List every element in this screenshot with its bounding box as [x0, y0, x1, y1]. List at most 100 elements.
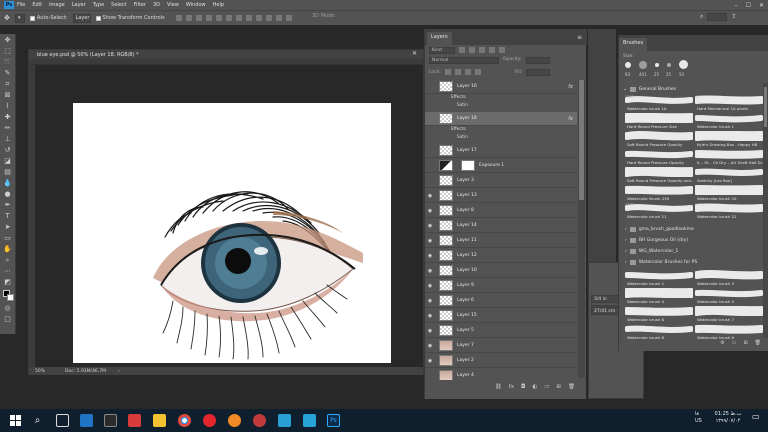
- lock-all-icon[interactable]: [474, 69, 481, 75]
- opacity-field[interactable]: [525, 57, 550, 64]
- filter-adjust-icon[interactable]: [469, 47, 475, 53]
- move-tool-icon[interactable]: ✥: [3, 36, 12, 45]
- menu-select[interactable]: Select: [111, 2, 126, 8]
- brushes-scrollbar-thumb[interactable]: [764, 87, 767, 127]
- layer-name[interactable]: Layer 18: [457, 116, 568, 121]
- layer-thumbnail[interactable]: [439, 205, 453, 216]
- brush-settings-icon[interactable]: ⚙: [720, 340, 724, 346]
- layer-row[interactable]: Layer 18 fx: [425, 112, 577, 126]
- layer-name[interactable]: Exposure 1: [479, 163, 577, 168]
- layer-name[interactable]: Layer 15: [457, 313, 577, 318]
- filter-kind-dropdown[interactable]: Kind: [429, 46, 455, 54]
- layer-row[interactable]: ◉ Layer 15: [425, 309, 577, 323]
- lock-pixels-icon[interactable]: [444, 69, 451, 75]
- photoshop-taskbar-icon[interactable]: Ps: [327, 414, 340, 427]
- new-layer-icon[interactable]: ⊞: [556, 384, 561, 390]
- filter-pixel-icon[interactable]: [459, 47, 465, 53]
- fill-field[interactable]: [526, 68, 551, 76]
- effect-satin-row[interactable]: Satin: [457, 103, 468, 110]
- visibility-eye-icon[interactable]: ◉: [425, 208, 435, 214]
- auto-select-checkbox[interactable]: Auto-Select:: [29, 15, 68, 21]
- screen-mode-icon[interactable]: ▢: [3, 315, 12, 324]
- layer-row[interactable]: Layer 17: [425, 144, 577, 158]
- layer-row[interactable]: Exposure 1: [425, 159, 577, 173]
- menu-view[interactable]: View: [167, 2, 179, 8]
- layer-row[interactable]: ◉ Layer 13: [425, 189, 577, 203]
- new-group-icon[interactable]: ▭: [544, 384, 549, 390]
- layer-thumbnail[interactable]: [439, 265, 453, 276]
- lasso-tool-icon[interactable]: ➰: [3, 58, 12, 67]
- preset-dot-3[interactable]: [655, 63, 659, 67]
- link-layers-icon[interactable]: ⛓: [495, 384, 502, 390]
- lock-image-icon[interactable]: [454, 69, 461, 75]
- blend-mode-dropdown[interactable]: Normal: [429, 57, 499, 64]
- layer-name[interactable]: Layer 2: [457, 358, 577, 363]
- tab-brushes[interactable]: Brushes: [619, 38, 648, 51]
- close-document-icon[interactable]: ✕: [412, 50, 417, 57]
- default-colors-icon[interactable]: ◩: [3, 278, 12, 287]
- layer-name[interactable]: Layer 6: [457, 298, 577, 303]
- layer-name[interactable]: Layer 3: [457, 178, 577, 183]
- firefox-icon[interactable]: [228, 414, 241, 427]
- visibility-eye-icon[interactable]: ◉: [425, 298, 435, 304]
- layer-thumbnail[interactable]: [439, 175, 453, 186]
- distribute-bottom-icon[interactable]: [255, 15, 262, 21]
- chevron-right-icon[interactable]: ›: [625, 260, 627, 265]
- layer-thumbnail[interactable]: [439, 280, 453, 291]
- chevron-right-icon[interactable]: ›: [625, 238, 627, 243]
- distribute-left-icon[interactable]: [265, 15, 272, 21]
- close-button[interactable]: ✕: [759, 2, 764, 9]
- layers-scrollbar-thumb[interactable]: [579, 80, 584, 200]
- layer-row[interactable]: Layer 4: [425, 369, 577, 380]
- brushes-scrollbar[interactable]: [763, 83, 768, 338]
- layer-thumbnail[interactable]: [439, 325, 453, 336]
- menu-file[interactable]: File: [17, 2, 25, 8]
- brush-preset[interactable]: Watercolor brush 2: [624, 270, 694, 288]
- align-icons[interactable]: [175, 15, 292, 21]
- layer-thumbnail[interactable]: [439, 81, 453, 92]
- preset-dot-4[interactable]: [667, 63, 671, 67]
- search-icon[interactable]: ⌕: [700, 13, 703, 21]
- brush-preset[interactable]: Kyle's Drawing Box - Happy HB: [692, 130, 766, 149]
- clone-stamp-tool-icon[interactable]: ⊥: [3, 135, 12, 144]
- layer-row[interactable]: ◉ Layer 12: [425, 249, 577, 263]
- layer-row[interactable]: ◉ Layer 11: [425, 234, 577, 248]
- preset-dot-5[interactable]: [679, 60, 688, 69]
- app-icon-round[interactable]: [253, 414, 266, 427]
- taskbar-clock[interactable]: 01:25 ب.ظ ۱۳۹۹/۰۷/۰۴: [708, 411, 748, 425]
- task-view-icon[interactable]: [56, 414, 69, 427]
- brush-preset[interactable]: Soft Round Pressure Opacity: [623, 131, 695, 149]
- layer-name[interactable]: Layer 7: [457, 343, 577, 348]
- brush-folder-row[interactable]: › WG_Watercolor_1: [625, 247, 678, 256]
- preset-dot-2[interactable]: [639, 61, 647, 69]
- layer-thumbnail[interactable]: [439, 355, 453, 366]
- delete-layer-icon[interactable]: 🗑: [568, 384, 575, 390]
- doc-size-info[interactable]: Doc: 5.93M/46.7M: [65, 369, 106, 374]
- visibility-eye-icon[interactable]: ◉: [425, 268, 435, 274]
- document-canvas[interactable]: [73, 103, 391, 363]
- layer-name[interactable]: Layer 14: [457, 223, 577, 228]
- brush-preset[interactable]: Sketchy [Les Ron]: [694, 167, 764, 185]
- distribute-top-icon[interactable]: [235, 15, 242, 21]
- status-arrow-icon[interactable]: ›: [118, 369, 120, 374]
- show-transform-checkbox[interactable]: Show Transform Controls: [95, 15, 165, 21]
- dodge-tool-icon[interactable]: ●: [3, 190, 12, 199]
- distribute-center-icon[interactable]: [275, 15, 282, 21]
- effects-row[interactable]: Effects: [451, 95, 466, 102]
- pen-tool-icon[interactable]: ✒: [3, 201, 12, 210]
- brush-preset[interactable]: Watercolor brush 7: [692, 304, 766, 324]
- menu-filter[interactable]: Filter: [134, 2, 146, 8]
- filter-type-icon[interactable]: [479, 47, 485, 53]
- layer-fx-icon[interactable]: fx: [568, 84, 573, 90]
- tool-preset-picker[interactable]: ▾: [14, 13, 25, 23]
- quick-select-tool-icon[interactable]: ✎: [3, 69, 12, 78]
- rectangle-tool-icon[interactable]: ▭: [3, 234, 12, 243]
- app-icon-blue[interactable]: [303, 414, 316, 427]
- layer-thumbnail[interactable]: [439, 250, 453, 261]
- menu-help[interactable]: Help: [213, 2, 224, 8]
- brush-preset[interactable]: Watercolor brush 3: [693, 270, 765, 288]
- hand-tool-icon[interactable]: ✋: [3, 245, 12, 254]
- zoom-level[interactable]: 50%: [35, 369, 45, 374]
- layer-thumbnail[interactable]: [439, 113, 453, 124]
- tab-layers[interactable]: Layers: [427, 32, 452, 45]
